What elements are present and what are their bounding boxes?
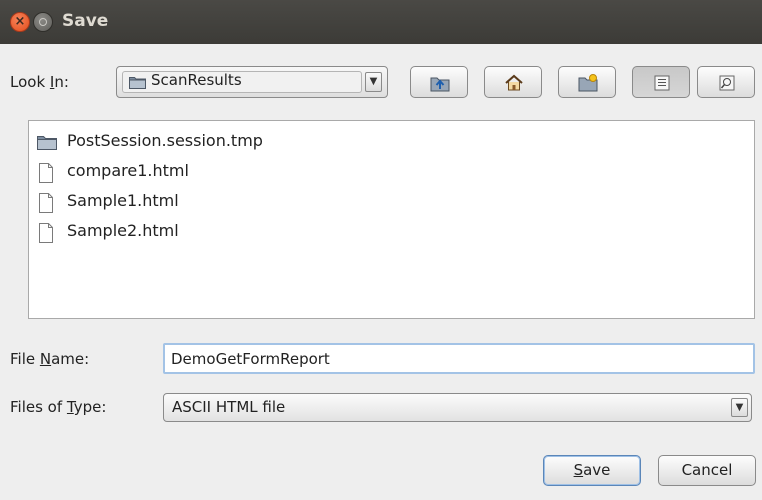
details-view-button[interactable]	[697, 66, 755, 98]
look-in-value: ScanResults	[151, 71, 242, 89]
new-folder-button[interactable]	[558, 66, 616, 98]
title-bar: × Save	[0, 0, 762, 44]
cancel-button[interactable]: Cancel	[658, 455, 756, 486]
home-button[interactable]	[484, 66, 542, 98]
save-button[interactable]: Save	[543, 455, 641, 486]
file-icon	[39, 163, 53, 183]
file-list[interactable]: PostSession.session.tmp compare1.html Sa…	[28, 120, 755, 319]
new-folder-icon	[578, 74, 598, 92]
chevron-down-icon[interactable]: ▼	[365, 72, 382, 92]
list-view-button[interactable]	[632, 66, 690, 98]
window-title: Save	[62, 11, 109, 31]
home-icon	[505, 74, 523, 91]
up-folder-icon	[430, 77, 450, 92]
folder-icon	[37, 136, 57, 150]
details-view-icon	[719, 75, 735, 91]
file-type-value: ASCII HTML file	[172, 398, 286, 416]
folder-icon	[129, 77, 146, 89]
look-in-label: Look In:	[10, 73, 69, 91]
file-name-input[interactable]	[163, 343, 755, 374]
file-type-combo[interactable]: ASCII HTML file ▼	[163, 393, 752, 422]
close-icon[interactable]: ×	[10, 12, 30, 32]
look-in-combo[interactable]: ScanResults ▼	[116, 66, 388, 98]
chevron-down-icon[interactable]: ▼	[731, 398, 748, 417]
file-icon	[39, 193, 53, 213]
minimize-icon[interactable]	[33, 12, 53, 32]
file-type-label: Files of Type:	[10, 398, 107, 416]
up-one-level-button[interactable]	[410, 66, 468, 98]
list-view-icon	[654, 75, 670, 91]
file-name-label: File Name:	[10, 350, 90, 368]
file-icon	[39, 223, 53, 243]
